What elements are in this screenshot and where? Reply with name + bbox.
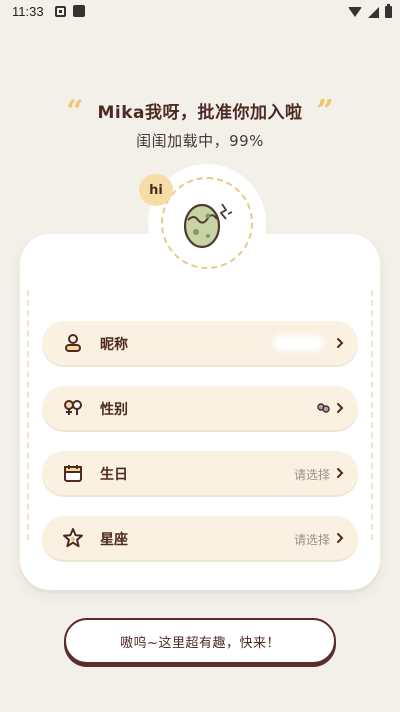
quote-open-icon: “ xyxy=(66,97,84,123)
registration-screen: 11:33 “ Mika我呀，批准你加入啦 ” 闺闺加载中，99% hi 昵称 … xyxy=(0,0,400,712)
gender-label: 性别 xyxy=(100,402,128,418)
birthday-value: 请选择 xyxy=(293,468,330,482)
wifi-icon xyxy=(348,7,362,17)
chevron-right-icon xyxy=(337,533,344,543)
quote-close-icon: ” xyxy=(316,97,334,123)
notification-icon xyxy=(55,6,66,17)
chevron-right-icon xyxy=(337,403,344,413)
person-icon xyxy=(65,334,81,352)
page-title: “ Mika我呀，批准你加入啦 ” xyxy=(0,97,400,123)
zodiac-value: 请选择 xyxy=(293,533,330,547)
nickname-row[interactable]: 昵称 xyxy=(42,321,358,365)
card-divider-right xyxy=(371,290,373,540)
gender-row[interactable]: 性别 xyxy=(42,386,358,430)
join-button[interactable]: 嗷呜~这里超有趣，快来！ xyxy=(64,618,336,664)
birthday-row[interactable]: 生日 请选择 xyxy=(42,451,358,495)
calendar-icon xyxy=(64,465,82,482)
star-icon xyxy=(63,528,83,548)
nickname-label: 昵称 xyxy=(100,337,128,353)
nickname-value xyxy=(276,338,320,348)
title-text: Mika我呀，批准你加入啦 xyxy=(97,102,303,123)
birthday-label: 生日 xyxy=(100,467,128,483)
zodiac-label: 星座 xyxy=(100,532,128,548)
zodiac-row[interactable]: 星座 请选择 xyxy=(42,516,358,560)
status-time: 11:33 xyxy=(12,4,44,19)
hi-badge: hi xyxy=(139,174,173,206)
egg-icon xyxy=(183,203,233,249)
app-icon xyxy=(73,5,85,17)
loading-subtitle: 闺闺加载中，99% xyxy=(136,132,264,150)
chevron-right-icon xyxy=(337,338,344,348)
status-icons xyxy=(348,4,392,20)
female-icon xyxy=(317,403,330,413)
status-bar: 11:33 xyxy=(0,0,400,24)
gender-icon xyxy=(64,400,82,415)
battery-icon xyxy=(385,4,392,18)
signal-icon xyxy=(368,6,379,18)
card-divider-left xyxy=(27,290,29,540)
chevron-right-icon xyxy=(337,468,344,478)
